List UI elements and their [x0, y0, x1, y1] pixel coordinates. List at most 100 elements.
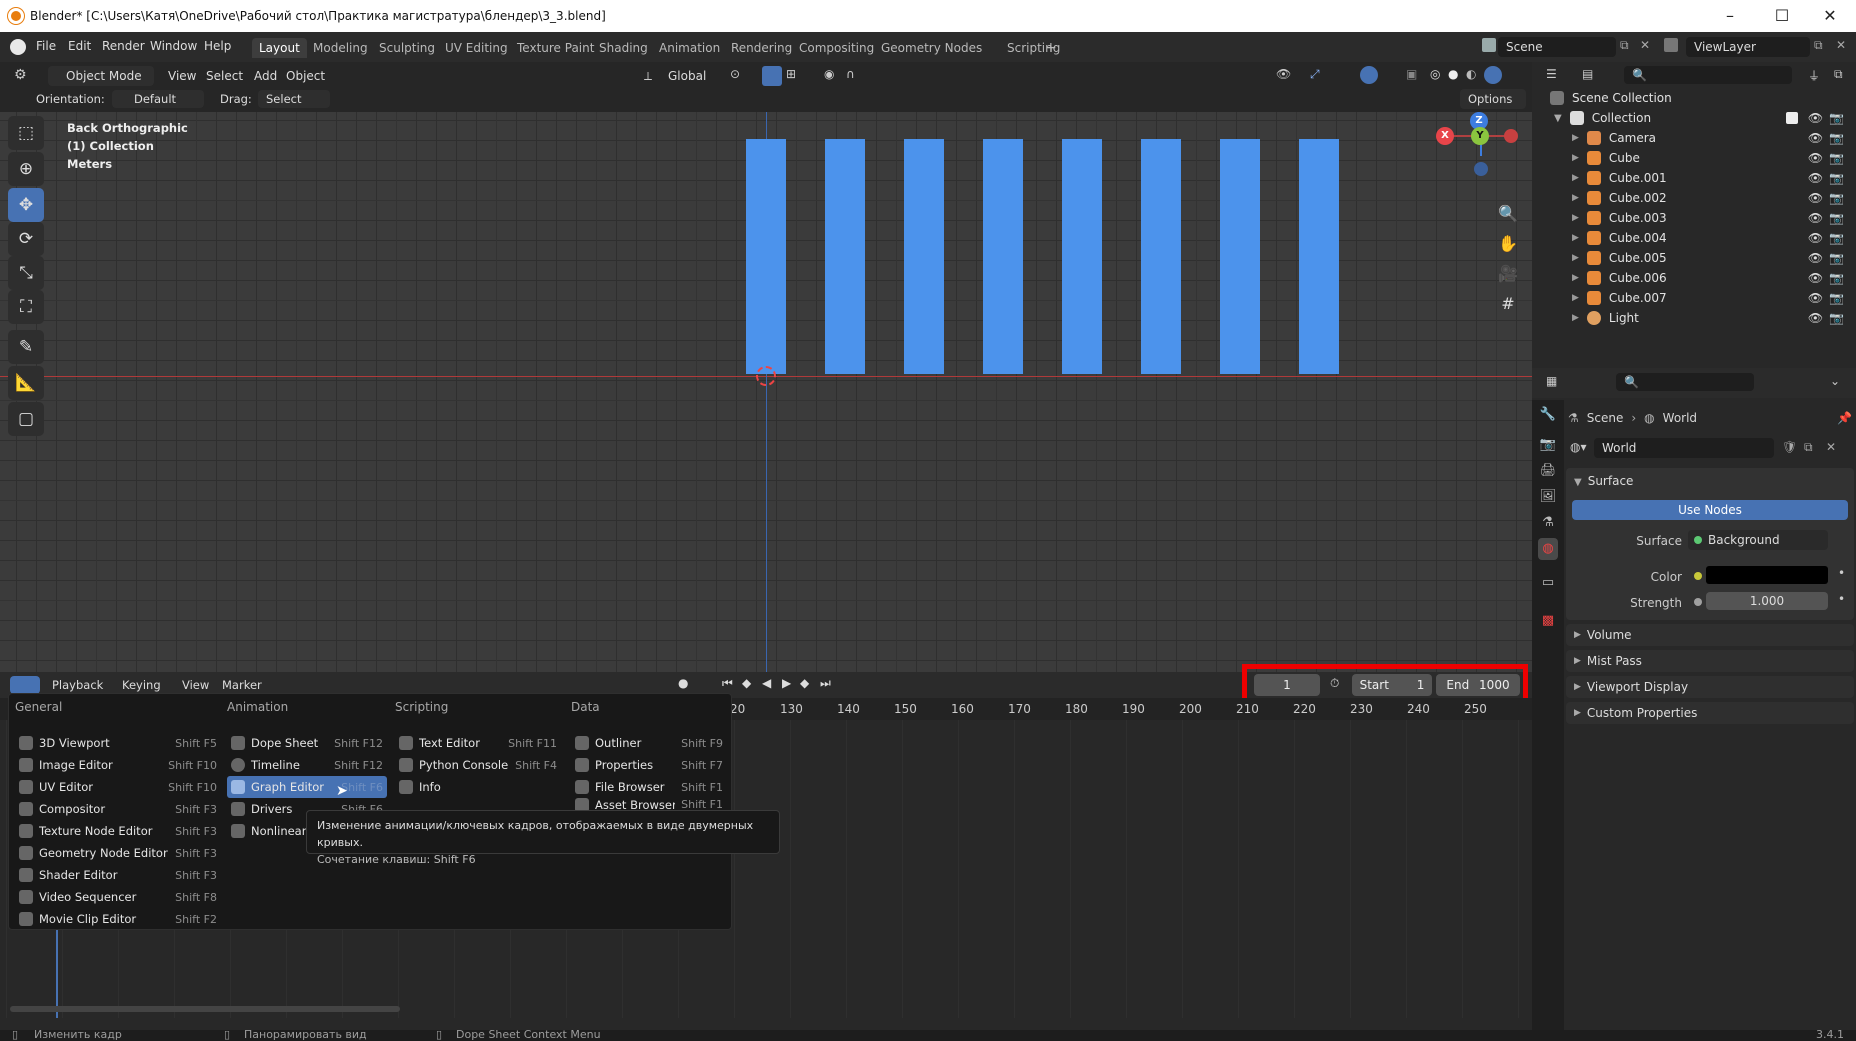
- menu-item-image-editor[interactable]: Image Editor Shift F10: [15, 754, 221, 776]
- collection-checkbox[interactable]: [1785, 112, 1798, 124]
- scale-tool-icon[interactable]: ⤡: [8, 256, 44, 290]
- new-view-layer-icon[interactable]: ⧉: [1814, 38, 1823, 53]
- menu-edit[interactable]: Edit: [68, 39, 91, 53]
- prev-keyframe-icon[interactable]: ◆: [742, 676, 751, 690]
- delete-scene-icon[interactable]: ✕: [1640, 38, 1650, 52]
- disclosure-closed-icon[interactable]: ▶: [1572, 253, 1579, 263]
- render-camera-icon[interactable]: 📷: [1829, 311, 1844, 325]
- visibility-icon[interactable]: 👁: [1276, 67, 1291, 81]
- disclosure-closed-icon[interactable]: ▶: [1572, 313, 1579, 323]
- menu-item-texture-node-editor[interactable]: Texture Node Editor Shift F3: [15, 820, 221, 842]
- cube-object[interactable]: [1220, 139, 1260, 374]
- eye-icon[interactable]: 👁: [1808, 231, 1823, 245]
- collection-tab-icon[interactable]: ▭: [1538, 572, 1558, 594]
- volume-panel-header[interactable]: ▶ Volume: [1566, 624, 1854, 646]
- menu-item-python-console[interactable]: Python Console Shift F4: [395, 754, 561, 776]
- eye-icon[interactable]: 👁: [1808, 211, 1823, 225]
- menu-item-shader-editor[interactable]: Shader Editor Shift F3: [15, 864, 221, 886]
- render-camera-icon[interactable]: 📷: [1829, 211, 1844, 225]
- tab-geometry-nodes[interactable]: Geometry Nodes: [874, 38, 989, 58]
- viewport-display-panel-header[interactable]: ▶ Viewport Display: [1566, 676, 1854, 698]
- menu-item-movie-clip-editor[interactable]: Movie Clip Editor Shift F2: [15, 908, 221, 930]
- outliner-editor-type-icon[interactable]: ☰: [1546, 67, 1557, 81]
- surface-panel-header[interactable]: ▼ Surface: [1574, 474, 1633, 488]
- disclosure-closed-icon[interactable]: ▶: [1572, 133, 1579, 143]
- cube-object[interactable]: [1062, 139, 1102, 374]
- menu-item-geometry-node-editor[interactable]: Geometry Node Editor Shift F3: [15, 842, 221, 864]
- keyframe-dot-icon[interactable]: •: [1838, 592, 1845, 606]
- mode-selector[interactable]: Object Mode: [48, 66, 154, 86]
- menu-item-asset-browser[interactable]: Asset Browser Shift F1: [571, 798, 727, 810]
- outliner-row[interactable]: ▶ Camera 👁 📷: [1538, 128, 1850, 148]
- tab-texture-paint[interactable]: Texture Paint: [510, 38, 601, 58]
- menu-item-dope-sheet[interactable]: Dope Sheet Shift F12: [227, 732, 387, 754]
- eye-icon[interactable]: 👁: [1808, 151, 1823, 165]
- rotate-tool-icon[interactable]: ⟳: [8, 222, 44, 256]
- xray-toggle-icon[interactable]: ▣: [1406, 67, 1417, 81]
- material-shading-icon[interactable]: ◐: [1466, 67, 1476, 81]
- surface-shader-field[interactable]: Background: [1688, 530, 1828, 550]
- tab-uv-editing[interactable]: UV Editing: [438, 38, 515, 58]
- drag-selector[interactable]: Select Box: [258, 90, 330, 124]
- render-tab-icon[interactable]: 📷: [1538, 434, 1558, 456]
- move-tool-icon[interactable]: ✥: [8, 188, 44, 222]
- jump-end-icon[interactable]: ⏭: [820, 676, 831, 691]
- eye-icon[interactable]: 👁: [1808, 131, 1823, 145]
- menu-item-3d-viewport[interactable]: 3D Viewport Shift F5: [15, 732, 221, 754]
- properties-options-icon[interactable]: ⌄: [1830, 374, 1840, 388]
- disclosure-closed-icon[interactable]: ▶: [1572, 153, 1579, 163]
- tab-compositing[interactable]: Compositing: [792, 38, 881, 58]
- view-layer-icon[interactable]: [1664, 38, 1678, 52]
- eye-icon[interactable]: 👁: [1808, 271, 1823, 285]
- auto-keying-icon[interactable]: ●: [678, 676, 688, 690]
- transform-tool-icon[interactable]: ⛶: [8, 290, 44, 324]
- view-layer-selector[interactable]: ViewLayer: [1686, 37, 1810, 57]
- falloff-icon[interactable]: ∩: [846, 67, 855, 81]
- menu-window[interactable]: Window: [150, 39, 197, 53]
- snap-target-icon[interactable]: ⊞: [786, 67, 796, 81]
- timeline-menu-view[interactable]: View: [182, 678, 209, 692]
- menu-help[interactable]: Help: [204, 39, 231, 53]
- viewport-menu-view[interactable]: View: [168, 69, 196, 83]
- menu-item-file-browser[interactable]: File Browser Shift F1: [571, 776, 727, 798]
- cube-object[interactable]: [904, 139, 944, 374]
- add-workspace-button[interactable]: +: [1038, 38, 1064, 58]
- timeline-scrollbar[interactable]: [10, 1006, 400, 1012]
- mist-pass-panel-header[interactable]: ▶ Mist Pass: [1566, 650, 1854, 672]
- disclosure-closed-icon[interactable]: ▶: [1572, 213, 1579, 223]
- proportional-edit-icon[interactable]: ◉: [824, 67, 834, 81]
- disclosure-open-icon[interactable]: ▼: [1554, 113, 1562, 124]
- close-button[interactable]: ✕: [1808, 4, 1852, 28]
- menu-item-properties[interactable]: Properties Shift F7: [571, 754, 727, 776]
- 3d-cursor-icon[interactable]: [756, 366, 776, 386]
- navigation-gizmo[interactable]: Z X Y: [1436, 112, 1526, 202]
- render-camera-icon[interactable]: 📷: [1829, 291, 1844, 305]
- gizmo-x-axis[interactable]: X: [1436, 127, 1454, 145]
- render-camera-icon[interactable]: 📷: [1829, 231, 1844, 245]
- outliner-row[interactable]: ▶ Cube 👁 📷: [1538, 148, 1850, 168]
- cube-object[interactable]: [1299, 139, 1339, 374]
- tab-modeling[interactable]: Modeling: [306, 38, 375, 58]
- strength-field[interactable]: 1.000: [1706, 592, 1828, 610]
- pivot-point-icon[interactable]: ⊙: [730, 67, 740, 81]
- render-camera-icon[interactable]: 📷: [1829, 271, 1844, 285]
- tab-shading[interactable]: Shading: [592, 38, 655, 58]
- cube-object[interactable]: [1141, 139, 1181, 374]
- menu-item-compositor[interactable]: Compositor Shift F3: [15, 798, 221, 820]
- outliner-row[interactable]: ▶ Light 👁 📷: [1538, 308, 1850, 328]
- cube-object[interactable]: [825, 139, 865, 374]
- filter-icon[interactable]: ⏚: [1808, 67, 1820, 84]
- transform-orientation-selector[interactable]: Global: [660, 66, 722, 86]
- tab-sculpting[interactable]: Sculpting: [372, 38, 442, 58]
- tab-rendering[interactable]: Rendering: [724, 38, 799, 58]
- play-icon[interactable]: ▶: [782, 676, 791, 690]
- outliner-row[interactable]: ▶ Cube.007 👁 📷: [1538, 288, 1850, 308]
- gizmo-y-axis[interactable]: Y: [1471, 127, 1489, 145]
- editor-type-icon[interactable]: ⚙: [14, 67, 27, 83]
- snap-toggle-icon[interactable]: [762, 66, 782, 86]
- gizmo-neg-x[interactable]: [1504, 129, 1518, 143]
- world-tab-icon[interactable]: ◍: [1538, 538, 1558, 560]
- eye-icon[interactable]: 👁: [1808, 191, 1823, 205]
- menu-item-text-editor[interactable]: Text Editor Shift F11: [395, 732, 561, 754]
- outliner-scene-collection[interactable]: Scene Collection: [1538, 88, 1850, 108]
